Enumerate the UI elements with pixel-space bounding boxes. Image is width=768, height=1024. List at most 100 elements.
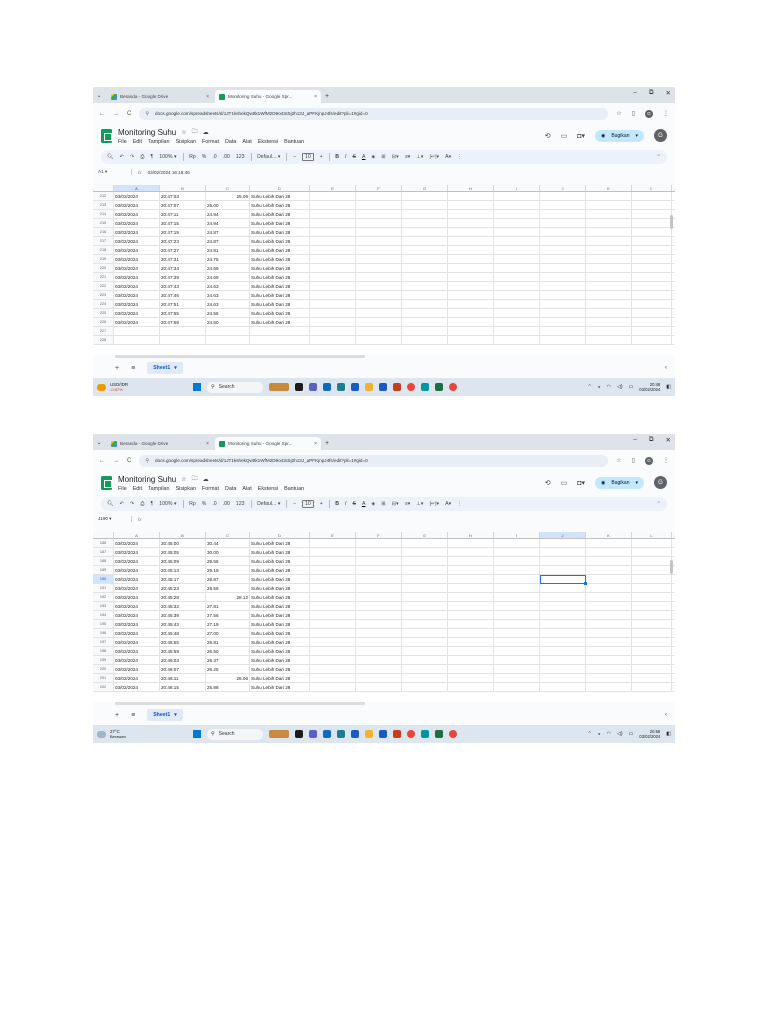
cell-date[interactable]: 03/02/2024 (114, 593, 160, 601)
close-window-icon[interactable]: ✕ (666, 89, 671, 97)
cell-empty[interactable] (356, 611, 402, 619)
cell-empty[interactable] (448, 584, 494, 592)
cell-empty[interactable] (632, 210, 672, 218)
cell-date[interactable]: 03/02/2024 (114, 629, 160, 637)
file-explorer-icon[interactable] (365, 383, 373, 391)
cell-temperature[interactable]: 26.25 (206, 665, 250, 673)
excel-icon[interactable] (435, 730, 443, 738)
column-header-b[interactable]: B (160, 185, 206, 191)
menu-data[interactable]: Data (225, 139, 236, 145)
cell-empty[interactable] (402, 336, 448, 344)
column-header-h[interactable]: H (448, 185, 494, 191)
row-number[interactable]: 192 (93, 593, 114, 601)
cell-status[interactable]: Suhu Lebih Dari 28 (250, 575, 310, 583)
all-sheets-icon[interactable]: ≡ (131, 712, 135, 719)
cell-empty[interactable] (448, 629, 494, 637)
cell-empty[interactable] (632, 309, 672, 317)
cell-empty[interactable] (356, 282, 402, 290)
doc-title[interactable]: Monitoring Suhu (118, 475, 176, 484)
cell-empty[interactable] (448, 300, 494, 308)
name-box[interactable]: J190 ▾ (98, 516, 132, 522)
row-number[interactable]: 228 (93, 336, 114, 344)
cell-empty[interactable] (494, 656, 540, 664)
search-menus-icon[interactable]: 🔍︎ (107, 501, 114, 507)
row-number[interactable]: 212 (93, 192, 114, 200)
column-header-c[interactable]: C (206, 185, 250, 191)
cell-empty[interactable] (586, 255, 632, 263)
cell-empty[interactable] (540, 246, 586, 254)
url-input[interactable]: ⚲ docs.google.com/spreadsheets/d/1JT1ksh… (139, 454, 609, 467)
bookmark-star-icon[interactable]: ☆ (616, 110, 621, 117)
cell-date[interactable]: 03/02/2024 (114, 656, 160, 664)
cell-empty[interactable] (448, 291, 494, 299)
cell-empty[interactable] (310, 219, 356, 227)
cell-temperature[interactable]: 25.06 (206, 192, 250, 200)
cell-time[interactable]: 20:46:15 (160, 683, 206, 691)
cell-empty[interactable] (494, 638, 540, 646)
cell-empty[interactable] (494, 291, 540, 299)
font-size-input[interactable]: 10 (301, 153, 314, 161)
cloud-status-icon[interactable]: ☁ (203, 476, 209, 483)
menu-view[interactable]: Tampilan (148, 486, 170, 492)
increase-decimal-button[interactable]: .00 (223, 501, 230, 507)
cell-empty[interactable] (356, 647, 402, 655)
row-number[interactable]: 198 (93, 647, 114, 655)
row-number[interactable]: 200 (93, 665, 114, 673)
cell-empty[interactable] (310, 228, 356, 236)
wifi-icon[interactable]: ◠ (607, 384, 611, 390)
cell-empty[interactable] (310, 300, 356, 308)
currency-format-button[interactable]: Rp (189, 154, 196, 160)
menu-file[interactable]: File (118, 139, 127, 145)
taskbar-search-box[interactable]: ⚲ Search (207, 728, 263, 740)
taskbar-widget[interactable]: 27°C Berawan (97, 729, 193, 739)
cell-empty[interactable] (540, 327, 586, 335)
cell-empty[interactable] (632, 219, 672, 227)
cell-empty[interactable] (310, 336, 356, 344)
cell-empty[interactable] (540, 647, 586, 655)
cell-empty[interactable] (586, 620, 632, 628)
new-tab-icon[interactable]: + (321, 90, 333, 103)
cell-empty[interactable] (586, 602, 632, 610)
cell-empty[interactable] (402, 201, 448, 209)
cell-empty[interactable] (310, 255, 356, 263)
doc-title[interactable]: Monitoring Suhu (118, 128, 176, 137)
menu-help[interactable]: Bantuan (284, 486, 304, 492)
increase-decimal-button[interactable]: .00 (223, 154, 230, 160)
cell-empty[interactable] (356, 273, 402, 281)
cell-empty[interactable] (402, 638, 448, 646)
cell-empty[interactable] (632, 584, 672, 592)
cell-temperature[interactable]: 24.94 (206, 210, 250, 218)
row-number[interactable]: 216 (93, 228, 114, 236)
column-header-e[interactable]: E (310, 532, 356, 538)
cell-empty[interactable] (540, 656, 586, 664)
more-options-icon[interactable]: ⋮ (457, 501, 462, 507)
chrome-icon[interactable] (407, 383, 415, 391)
row-number[interactable]: 187 (93, 548, 114, 556)
cell-empty[interactable] (356, 665, 402, 673)
row-number[interactable]: 190 (93, 575, 114, 583)
cell-empty[interactable] (586, 629, 632, 637)
cell-time[interactable]: 20:45:00 (160, 539, 206, 547)
cell-empty[interactable] (402, 611, 448, 619)
cell-empty[interactable] (540, 602, 586, 610)
cell-empty[interactable] (356, 566, 402, 574)
decrease-decimal-button[interactable]: .0 (212, 154, 216, 160)
cell-empty[interactable] (310, 647, 356, 655)
cell-empty[interactable] (632, 237, 672, 245)
cell-empty[interactable] (586, 665, 632, 673)
cell-empty[interactable] (310, 629, 356, 637)
cell-empty[interactable] (310, 602, 356, 610)
cell-empty[interactable] (448, 602, 494, 610)
cell-empty[interactable] (494, 228, 540, 236)
cell-empty[interactable] (356, 327, 402, 335)
italic-icon[interactable]: I (345, 501, 346, 507)
cell-empty[interactable] (540, 318, 586, 326)
cell-status[interactable] (250, 336, 310, 344)
row-number[interactable]: 222 (93, 282, 114, 290)
cell-empty[interactable] (402, 593, 448, 601)
cell-temperature[interactable]: 24.56 (206, 309, 250, 317)
cell-time[interactable]: 20:47:07 (160, 201, 206, 209)
cell-empty[interactable] (402, 246, 448, 254)
font-size-increase-icon[interactable]: + (320, 154, 323, 160)
cell-status[interactable]: Suhu Lebih Dari 28 (250, 665, 310, 673)
